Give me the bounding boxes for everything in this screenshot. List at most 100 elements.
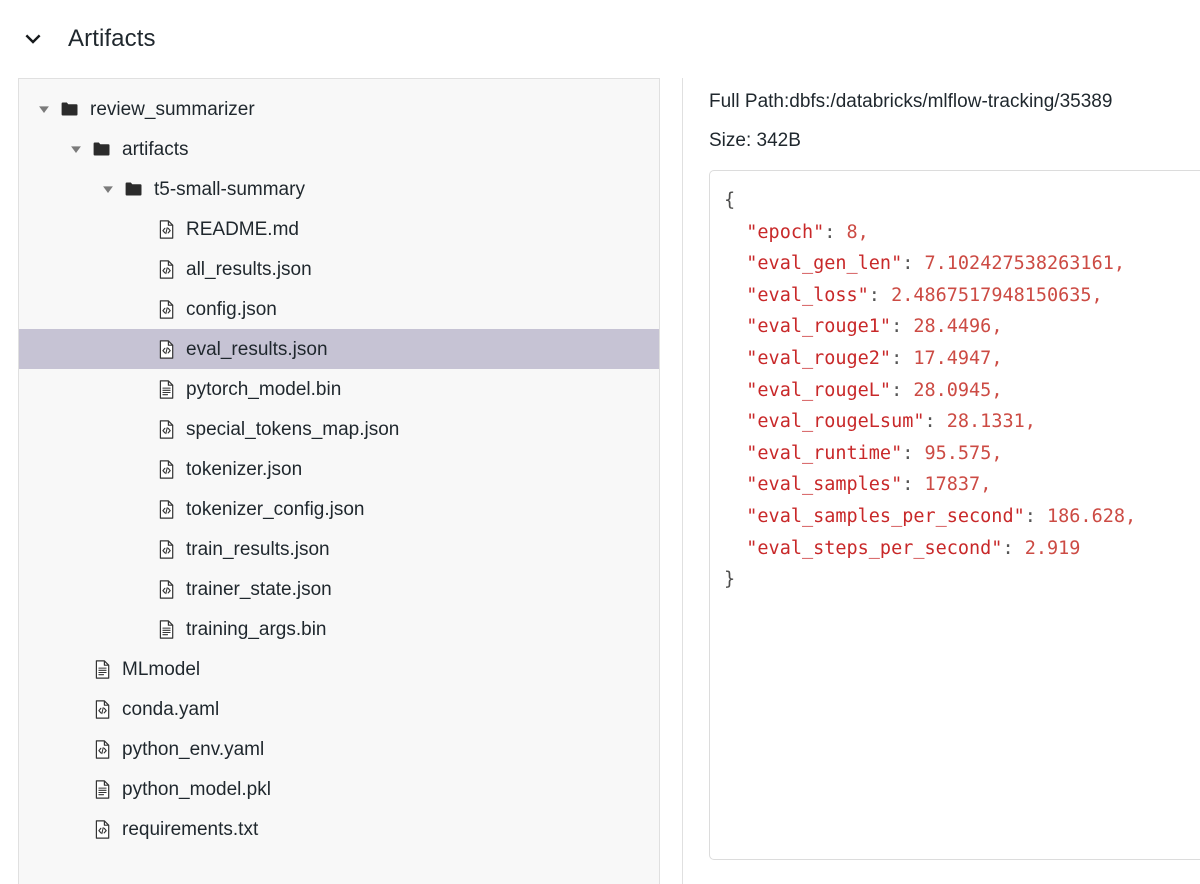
tree-node-label: training_args.bin — [186, 620, 326, 639]
json-key: "eval_samples" — [724, 474, 902, 495]
json-key: "epoch" — [724, 222, 824, 243]
json-value: 7.102427538263161, — [925, 253, 1125, 274]
chevron-down-icon[interactable] — [18, 24, 48, 54]
code-file-icon — [155, 578, 177, 600]
document-icon — [91, 658, 113, 680]
code-file-icon — [155, 498, 177, 520]
tree-node-label: python_model.pkl — [122, 780, 271, 799]
tree-file-row[interactable]: special_tokens_map.json — [19, 409, 659, 449]
json-key: "eval_samples_per_second" — [724, 506, 1025, 527]
tree-file-row[interactable]: tokenizer_config.json — [19, 489, 659, 529]
json-key: "eval_gen_len" — [724, 253, 902, 274]
tree-folder-row[interactable]: artifacts — [19, 129, 659, 169]
tree-file-row[interactable]: train_results.json — [19, 529, 659, 569]
tree-file-row[interactable]: python_model.pkl — [19, 769, 659, 809]
json-punctuation: { — [724, 190, 735, 211]
tree-node-label: special_tokens_map.json — [186, 420, 399, 439]
code-file-icon — [155, 458, 177, 480]
tree-node-label: conda.yaml — [122, 700, 219, 719]
code-file-icon — [91, 698, 113, 720]
code-line: "eval_samples": 17837, — [724, 469, 1200, 501]
tree-node-label: train_results.json — [186, 540, 330, 559]
json-punctuation: } — [724, 569, 735, 590]
json-colon: : — [902, 253, 924, 274]
full-path-label: Full Path:dbfs:/databricks/mlflow-tracki… — [709, 92, 1200, 111]
triangle-down-icon[interactable] — [99, 180, 117, 198]
code-file-icon — [91, 818, 113, 840]
artifact-preview-panel: Full Path:dbfs:/databricks/mlflow-tracki… — [682, 78, 1200, 884]
tree-node-label: requirements.txt — [122, 820, 258, 839]
artifacts-header: Artifacts — [0, 0, 1200, 78]
code-line: "eval_runtime": 95.575, — [724, 438, 1200, 470]
code-line: { — [724, 185, 1200, 217]
artifacts-body: review_summarizer artifacts t5-small-summa… — [0, 78, 1200, 884]
json-key: "eval_rougeLsum" — [724, 411, 924, 432]
json-key: "eval_rouge1" — [724, 316, 891, 337]
tree-node-label: MLmodel — [122, 660, 200, 679]
file-tree-panel[interactable]: review_summarizer artifacts t5-small-summa… — [18, 78, 660, 884]
code-line: "eval_samples_per_second": 186.628, — [724, 501, 1200, 533]
tree-file-row[interactable]: all_results.json — [19, 249, 659, 289]
code-file-icon — [155, 258, 177, 280]
tree-file-row[interactable]: tokenizer.json — [19, 449, 659, 489]
json-colon: : — [902, 443, 924, 464]
code-line: } — [724, 564, 1200, 596]
tree-node-label: trainer_state.json — [186, 580, 332, 599]
tree-file-row[interactable]: eval_results.json — [19, 329, 659, 369]
json-colon: : — [1002, 538, 1024, 559]
folder-icon — [59, 98, 81, 120]
tree-file-row[interactable]: conda.yaml — [19, 689, 659, 729]
tree-file-row[interactable]: trainer_state.json — [19, 569, 659, 609]
tree-node-label: config.json — [186, 300, 277, 319]
document-icon — [91, 778, 113, 800]
tree-file-row[interactable]: training_args.bin — [19, 609, 659, 649]
tree-file-row[interactable]: MLmodel — [19, 649, 659, 689]
json-value: 28.0945, — [913, 380, 1002, 401]
json-key: "eval_loss" — [724, 285, 869, 306]
json-colon: : — [824, 222, 846, 243]
json-value: 186.628, — [1047, 506, 1136, 527]
code-line: "eval_rouge2": 17.4947, — [724, 343, 1200, 375]
tree-file-row[interactable]: requirements.txt — [19, 809, 659, 849]
tree-folder-row[interactable]: t5-small-summary — [19, 169, 659, 209]
code-file-icon — [155, 218, 177, 240]
code-file-icon — [155, 418, 177, 440]
code-line: "eval_rougeL": 28.0945, — [724, 375, 1200, 407]
json-code-content: { "epoch": 8, "eval_gen_len": 7.10242753… — [724, 185, 1200, 596]
tree-node-label: eval_results.json — [186, 340, 328, 359]
json-colon: : — [869, 285, 891, 306]
tree-node-label: pytorch_model.bin — [186, 380, 341, 399]
json-colon: : — [902, 474, 924, 495]
folder-icon — [123, 178, 145, 200]
folder-icon — [91, 138, 113, 160]
tree-file-row[interactable]: README.md — [19, 209, 659, 249]
json-value: 28.4496, — [913, 316, 1002, 337]
tree-node-label: review_summarizer — [90, 100, 255, 119]
code-file-icon — [155, 298, 177, 320]
tree-folder-row[interactable]: review_summarizer — [19, 89, 659, 129]
tree-node-label: t5-small-summary — [154, 180, 305, 199]
triangle-down-icon[interactable] — [67, 140, 85, 158]
tree-node-label: README.md — [186, 220, 299, 239]
json-value: 17.4947, — [913, 348, 1002, 369]
tree-file-row[interactable]: pytorch_model.bin — [19, 369, 659, 409]
code-file-icon — [155, 338, 177, 360]
triangle-down-icon[interactable] — [35, 100, 53, 118]
code-line: "eval_rougeLsum": 28.1331, — [724, 406, 1200, 438]
document-icon — [155, 618, 177, 640]
json-value: 8, — [847, 222, 869, 243]
json-value: 2.4867517948150635, — [891, 285, 1103, 306]
json-colon: : — [924, 411, 946, 432]
code-file-icon — [155, 538, 177, 560]
code-preview-box[interactable]: { "epoch": 8, "eval_gen_len": 7.10242753… — [709, 170, 1200, 860]
tree-node-label: tokenizer_config.json — [186, 500, 365, 519]
tree-file-row[interactable]: python_env.yaml — [19, 729, 659, 769]
json-key: "eval_runtime" — [724, 443, 902, 464]
page-title: Artifacts — [68, 27, 156, 51]
tree-node-label: tokenizer.json — [186, 460, 302, 479]
code-line: "eval_steps_per_second": 2.919 — [724, 533, 1200, 565]
json-colon: : — [891, 348, 913, 369]
json-key: "eval_steps_per_second" — [724, 538, 1002, 559]
tree-file-row[interactable]: config.json — [19, 289, 659, 329]
json-colon: : — [891, 316, 913, 337]
